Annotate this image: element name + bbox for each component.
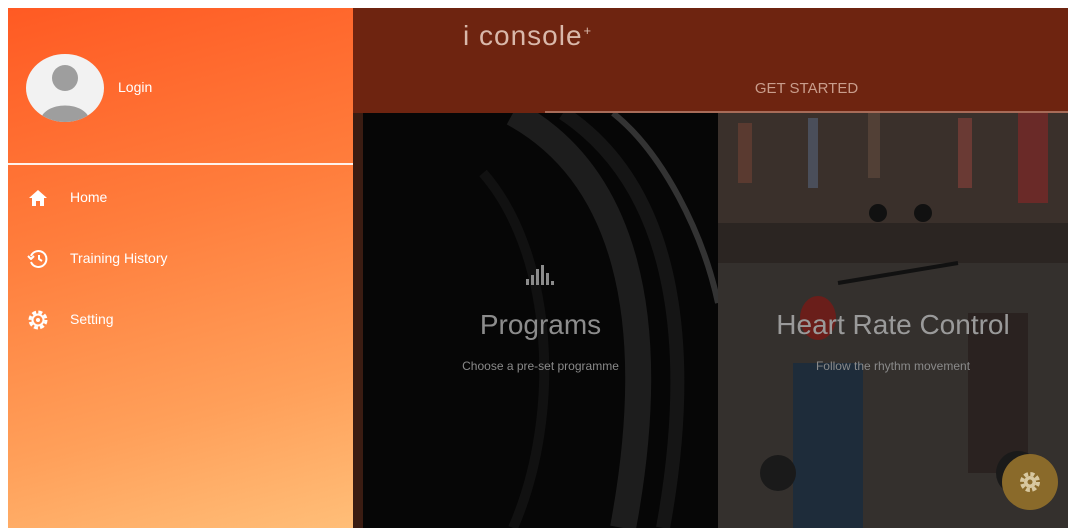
programs-card[interactable]: Programs Choose a pre-set programme <box>363 113 718 528</box>
card-title: Programs <box>479 309 602 340</box>
sidebar-item-home[interactable]: Home <box>8 178 353 218</box>
sidebar-item-training-history[interactable]: Training History <box>8 239 353 279</box>
brand-text: i console <box>463 20 583 51</box>
user-icon <box>40 65 90 122</box>
login-link[interactable]: Login <box>118 79 152 95</box>
sidebar-item-label: Training History <box>70 250 168 266</box>
app-window: Login Home Training History Setting i co… <box>8 8 1068 528</box>
app-bar: i console+ GET STARTED <box>353 8 1068 113</box>
heart-rate-control-card[interactable]: Heart Rate Control Follow the rhythm mov… <box>718 113 1068 528</box>
drawer-header: Login <box>8 8 353 165</box>
sidebar-item-label: Setting <box>70 311 114 327</box>
gear-icon <box>1020 472 1040 492</box>
settings-icon <box>26 308 50 332</box>
avatar[interactable] <box>26 54 104 122</box>
history-icon <box>26 247 50 271</box>
sidebar-item-setting[interactable]: Setting <box>8 300 353 340</box>
brand-logo: i console+ <box>463 20 592 52</box>
navigation-drawer: Login Home Training History Setting <box>8 8 353 528</box>
brand-mark: + <box>583 22 593 38</box>
card-divider <box>353 113 363 528</box>
sidebar-item-label: Home <box>70 189 108 205</box>
card-subtitle: Choose a pre-set programme <box>462 359 619 373</box>
tab-get-started[interactable]: GET STARTED <box>545 74 1068 113</box>
main-content: i console+ GET STARTED Programs Choose a… <box>353 8 1068 528</box>
bars-icon <box>526 265 556 290</box>
card-title: Heart Rate Control <box>776 309 1010 340</box>
card-subtitle: Follow the rhythm movement <box>815 359 971 373</box>
settings-fab-button[interactable] <box>1002 454 1058 510</box>
home-icon <box>26 186 50 210</box>
